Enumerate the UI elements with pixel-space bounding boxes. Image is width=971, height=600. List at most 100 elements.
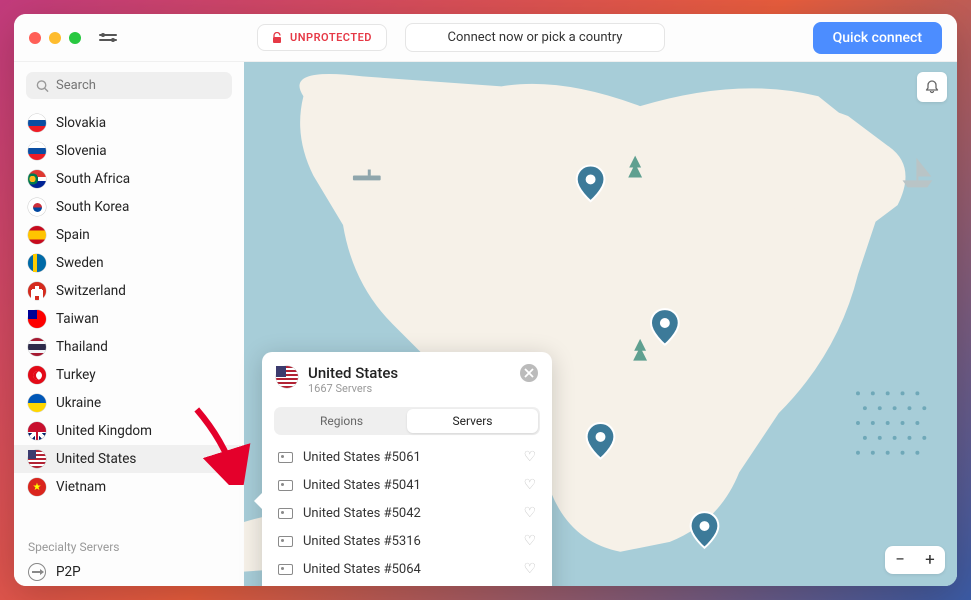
server-item[interactable]: United States #5316 ♡ [262, 527, 552, 555]
country-list[interactable]: Slovakia Slovenia South Africa South Korea S… [14, 109, 244, 528]
flag-icon [28, 394, 46, 412]
p2p-icon [28, 563, 46, 581]
country-label: Taiwan [56, 311, 99, 327]
server-icon [278, 564, 293, 575]
country-label: Thailand [56, 339, 108, 355]
favorite-icon[interactable]: ♡ [523, 533, 536, 549]
search-input[interactable] [56, 78, 222, 93]
server-icon [278, 480, 293, 491]
server-item[interactable]: United States #5061 ♡ [262, 443, 552, 471]
country-label: Spain [56, 227, 90, 243]
server-popup: United States 1667 Servers Regions Serve… [262, 352, 552, 586]
flag-icon [28, 226, 46, 244]
country-label: Slovakia [56, 115, 106, 131]
flag-icon [28, 450, 46, 468]
server-label: United States #5061 [303, 450, 421, 465]
server-icon [278, 508, 293, 519]
server-label: United States #5041 [303, 478, 421, 493]
country-slovenia[interactable]: Slovenia [14, 137, 244, 165]
flag-icon [28, 478, 46, 496]
server-item[interactable]: United States #5321♡ [262, 583, 552, 586]
specialty-item-label: P2P [56, 564, 81, 580]
flag-icon [28, 254, 46, 272]
popup-header: United States 1667 Servers [262, 352, 552, 403]
notifications-button[interactable] [917, 72, 947, 102]
country-label: United Kingdom [56, 423, 152, 439]
flag-icon [28, 114, 46, 132]
server-item[interactable]: United States #5042 ♡ [262, 499, 552, 527]
country-label: Turkey [56, 367, 96, 383]
server-label: United States #5042 [303, 506, 421, 521]
popup-close-button[interactable] [520, 364, 538, 382]
popup-subtitle: 1667 Servers [308, 382, 398, 395]
country-label: Sweden [56, 255, 104, 271]
country-switzerland[interactable]: Switzerland [14, 277, 244, 305]
server-icon [278, 536, 293, 547]
status-pill: UNPROTECTED [257, 24, 387, 51]
flag-icon [276, 366, 298, 388]
country-united-kingdom[interactable]: United Kingdom [14, 417, 244, 445]
popup-title: United States [308, 364, 398, 382]
country-taiwan[interactable]: Taiwan [14, 305, 244, 333]
quick-connect-button[interactable]: Quick connect [813, 22, 942, 54]
favorite-icon[interactable]: ♡ [523, 449, 536, 465]
country-label: South Korea [56, 199, 129, 215]
titlebar: UNPROTECTED Connect now or pick a countr… [14, 14, 957, 62]
server-item[interactable]: United States #5041 ♡ [262, 471, 552, 499]
server-label: United States #5064 [303, 562, 421, 577]
tab-regions[interactable]: Regions [276, 409, 407, 433]
close-window[interactable] [29, 32, 41, 44]
country-turkey[interactable]: Turkey [14, 361, 244, 389]
flag-icon [28, 310, 46, 328]
body: Slovakia Slovenia South Africa South Korea S… [14, 62, 957, 586]
country-label: United States [56, 451, 136, 467]
country-spain[interactable]: Spain [14, 221, 244, 249]
specialty-p2p[interactable]: P2P [14, 558, 244, 586]
specialty-label: Specialty Servers [14, 528, 244, 558]
bell-icon [924, 79, 940, 95]
flag-icon [28, 366, 46, 384]
zoom-window[interactable] [69, 32, 81, 44]
minimize-window[interactable] [49, 32, 61, 44]
flag-icon [28, 142, 46, 160]
tab-segment: Regions Servers [274, 407, 540, 435]
flag-icon [28, 282, 46, 300]
flag-icon [28, 170, 46, 188]
country-label: Switzerland [56, 283, 126, 299]
flag-icon [28, 198, 46, 216]
status-label: UNPROTECTED [290, 31, 372, 44]
search-icon [36, 79, 49, 93]
unlock-icon [272, 32, 282, 44]
zoom-controls: − + [885, 546, 945, 574]
settings-icon[interactable] [99, 29, 117, 47]
flag-icon [28, 338, 46, 356]
zoom-out-button[interactable]: − [885, 546, 915, 574]
more-icon[interactable]: ••• [213, 451, 230, 467]
country-south-korea[interactable]: South Korea [14, 193, 244, 221]
search-box[interactable] [26, 72, 232, 99]
favorite-icon[interactable]: ♡ [523, 505, 536, 521]
country-united-states[interactable]: United States ••• [14, 445, 244, 473]
app-window: UNPROTECTED Connect now or pick a countr… [14, 14, 957, 586]
server-icon [278, 452, 293, 463]
country-slovakia[interactable]: Slovakia [14, 109, 244, 137]
window-controls [29, 32, 81, 44]
country-south-africa[interactable]: South Africa [14, 165, 244, 193]
connect-prompt[interactable]: Connect now or pick a country [405, 23, 665, 52]
flag-icon [28, 422, 46, 440]
tab-servers[interactable]: Servers [407, 409, 538, 433]
country-ukraine[interactable]: Ukraine [14, 389, 244, 417]
close-icon [524, 368, 534, 378]
server-list[interactable]: United States #5061 ♡ United States #5041 ♡… [262, 443, 552, 586]
country-label: South Africa [56, 171, 130, 187]
server-label: United States #5316 [303, 534, 421, 549]
zoom-in-button[interactable]: + [915, 546, 945, 574]
country-thailand[interactable]: Thailand [14, 333, 244, 361]
server-item[interactable]: United States #5064 ♡ [262, 555, 552, 583]
country-sweden[interactable]: Sweden [14, 249, 244, 277]
favorite-icon[interactable]: ♡ [523, 477, 536, 493]
favorite-icon[interactable]: ♡ [523, 561, 536, 577]
country-label: Slovenia [56, 143, 107, 159]
country-label: Vietnam [56, 479, 106, 495]
country-vietnam[interactable]: Vietnam [14, 473, 244, 501]
